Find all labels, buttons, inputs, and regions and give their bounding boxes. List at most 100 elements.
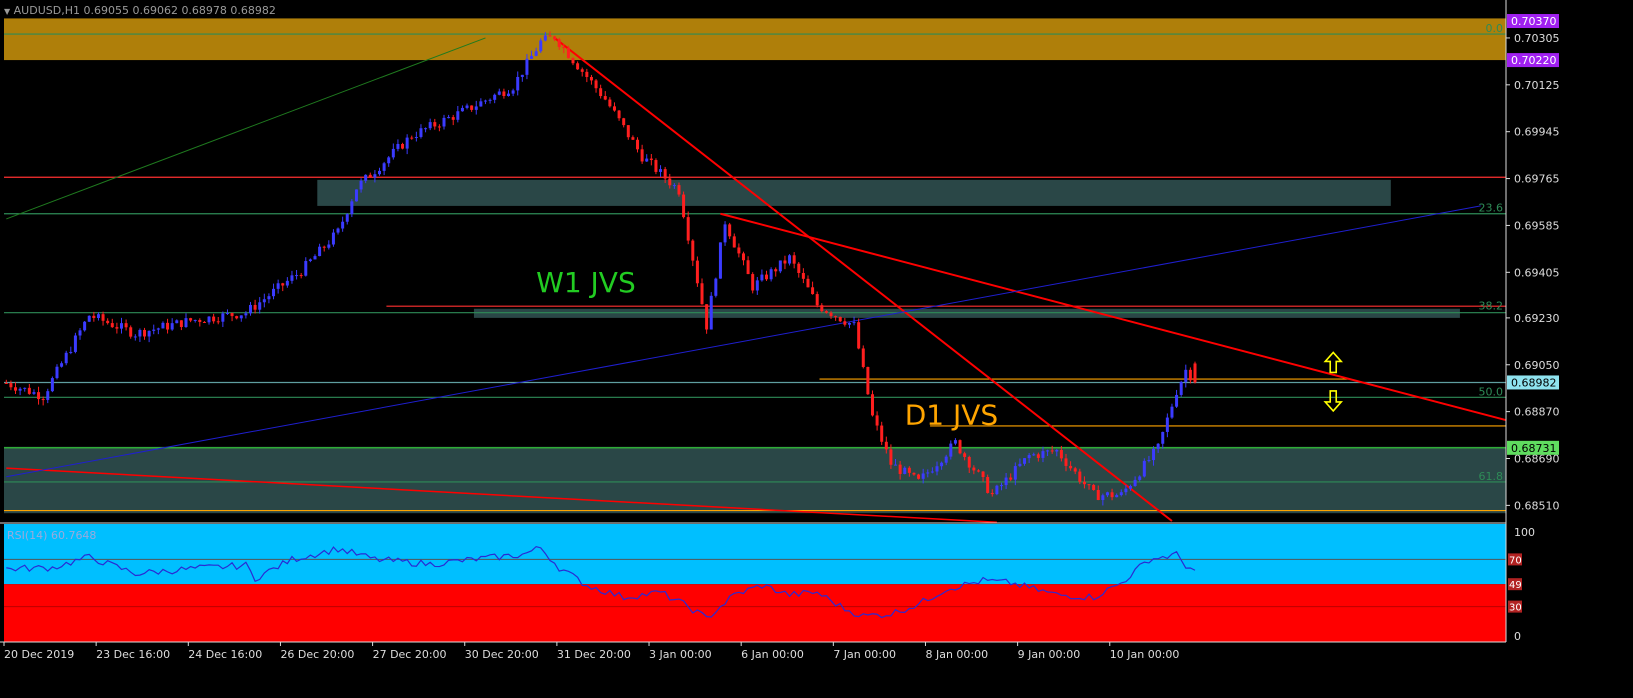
candle-body	[1175, 394, 1179, 407]
candle-body	[27, 387, 31, 394]
candle-body	[345, 214, 349, 222]
candle-body	[401, 143, 405, 149]
price-tag-label: 0.68982	[1511, 376, 1557, 389]
chart-annotation-label: W1 JVS	[536, 266, 636, 299]
candle-body	[281, 283, 285, 286]
candle-body	[308, 259, 312, 262]
candle-body	[631, 137, 635, 140]
candle-body	[1069, 465, 1073, 469]
candle-body	[9, 383, 13, 388]
candle-body	[843, 321, 847, 325]
candle-body	[746, 260, 750, 275]
candle-body	[1184, 369, 1188, 382]
candle-body	[603, 96, 607, 100]
candle-body	[1050, 450, 1054, 452]
rsi-scale-label: 0	[1514, 630, 1521, 643]
candle-body	[594, 80, 598, 89]
candle-body	[824, 311, 828, 313]
candle-body	[543, 35, 547, 41]
candle-body	[539, 40, 543, 52]
rsi-upper-band	[4, 524, 1506, 585]
time-tick-label: 31 Dec 20:00	[557, 648, 631, 661]
price-tick-label: 0.68510	[1514, 499, 1560, 512]
chart-header[interactable]: ▼ AUDUSD,H1 0.69055 0.69062 0.68978 0.68…	[4, 4, 276, 17]
candle-body	[405, 137, 409, 149]
candle-body	[41, 399, 45, 401]
candle-body	[456, 111, 460, 120]
candle-body	[318, 246, 322, 257]
candle-body	[189, 318, 193, 321]
candle-body	[562, 46, 566, 48]
candle-body	[1018, 463, 1022, 467]
candle-body	[783, 260, 787, 264]
fib-level-label: 50.0	[1479, 385, 1504, 398]
dropdown-triangle-icon[interactable]: ▼	[4, 7, 10, 16]
top-zone	[4, 18, 1506, 61]
time-tick-label: 26 Dec 20:00	[280, 648, 354, 661]
candle-body	[672, 185, 676, 187]
candle-body	[774, 269, 778, 272]
fib-level-label: 23.6	[1479, 202, 1504, 215]
candle-body	[1133, 479, 1137, 487]
candle-body	[331, 232, 335, 245]
candle-body	[649, 158, 653, 161]
candle-body	[359, 180, 363, 190]
candle-body	[285, 280, 289, 286]
candle-body	[1073, 468, 1077, 472]
candle-body	[815, 294, 819, 306]
candle-body	[414, 136, 418, 138]
candle-body	[714, 278, 718, 296]
time-tick-label: 7 Jan 00:00	[833, 648, 896, 661]
candle-body	[1092, 484, 1096, 491]
candle-body	[926, 472, 930, 474]
candle-body	[1009, 477, 1013, 480]
candle-body	[999, 485, 1003, 487]
candle-body	[387, 157, 391, 164]
candle-body	[166, 322, 170, 330]
candle-body	[451, 117, 455, 120]
price-chart[interactable]: W1 JVS D1 JVS 0.0 23.6 38.2 50.0 61.8 RSI(14) …	[0, 0, 1633, 694]
candle-body	[1027, 455, 1031, 459]
price-tick-label: 0.69585	[1514, 219, 1560, 232]
candle-body	[507, 93, 511, 97]
candle-body	[212, 316, 216, 322]
candle-body	[921, 473, 925, 479]
candle-body	[1096, 490, 1100, 501]
time-tick-label: 30 Dec 20:00	[465, 648, 539, 661]
candle-body	[87, 315, 91, 322]
candle-body	[520, 74, 524, 77]
price-tag-label: 0.68731	[1511, 442, 1557, 455]
candle-body	[156, 328, 160, 330]
candle-body	[889, 449, 893, 465]
candle-body	[820, 305, 824, 312]
candle-body	[502, 91, 506, 97]
candle-body	[419, 128, 423, 137]
candle-body	[299, 275, 303, 277]
candle-body	[253, 304, 257, 310]
rsi-level-label: 30	[1509, 603, 1522, 614]
candle-body	[953, 440, 957, 444]
candle-body	[133, 336, 137, 338]
candle-body	[1004, 477, 1008, 486]
rsi-scale-label: 100	[1514, 526, 1535, 539]
candle-body	[1087, 484, 1091, 486]
candle-body	[216, 321, 220, 323]
candle-body	[161, 322, 165, 329]
candle-body	[129, 327, 133, 337]
price-tag-label: 0.70220	[1511, 54, 1557, 67]
candle-body	[290, 275, 294, 281]
candle-body	[1046, 450, 1050, 452]
candle-body	[737, 247, 741, 254]
time-tick-label: 3 Jan 00:00	[649, 648, 712, 661]
candle-body	[838, 316, 842, 322]
candle-body	[368, 174, 372, 178]
candle-body	[829, 312, 833, 317]
candle-body	[1105, 492, 1109, 496]
time-tick-label: 24 Dec 16:00	[188, 648, 262, 661]
candle-body	[695, 260, 699, 284]
candle-body	[700, 283, 704, 305]
candle-body	[55, 366, 59, 379]
candle-body	[225, 313, 229, 315]
candle-body	[806, 278, 810, 288]
candle-body	[447, 117, 451, 119]
